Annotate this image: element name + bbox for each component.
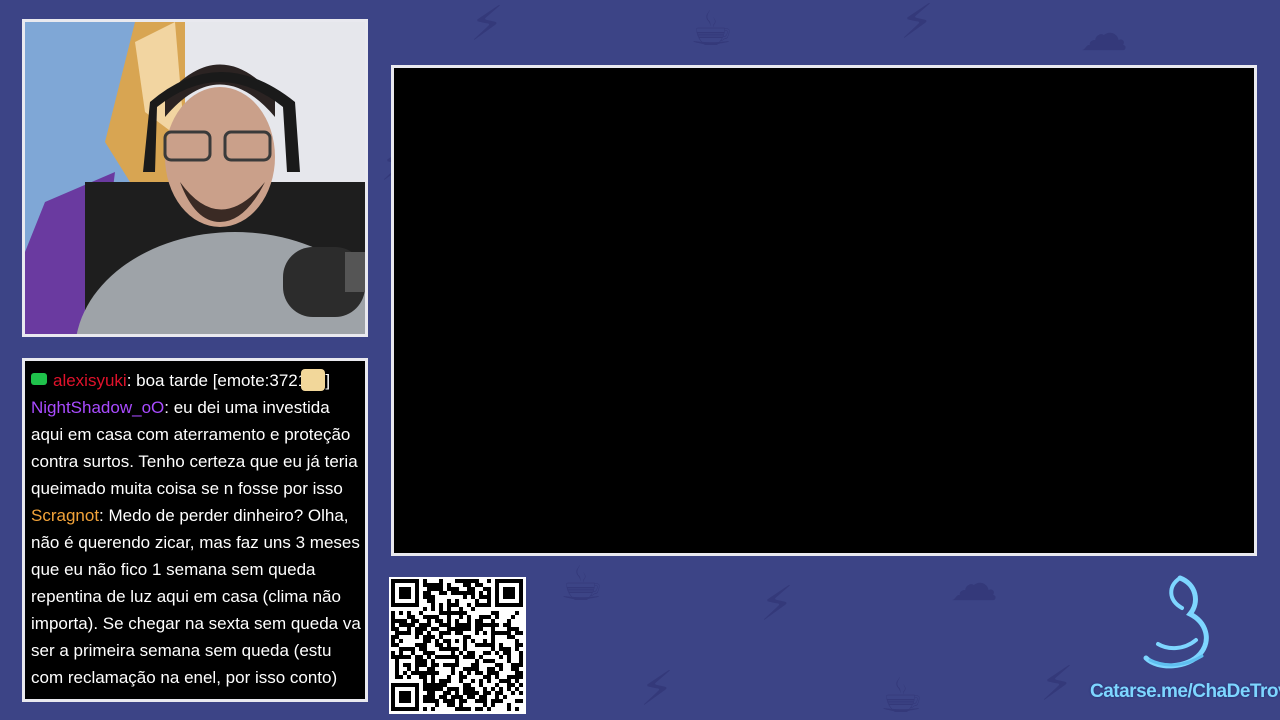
chat-text-line: aqui em casa com aterramento e proteção (31, 425, 351, 444)
svg-text:☕: ☕ (880, 668, 923, 720)
svg-text:⚡: ⚡ (900, 0, 934, 50)
chat-username[interactable]: alexisyuki (53, 371, 127, 390)
chat-messages: caramo alexisyuki: boa tarde [emote:3721… (25, 361, 365, 691)
screen-capture-area (391, 65, 1257, 556)
svg-text:☁: ☁ (950, 556, 998, 612)
chat-message: Scragnot: Medo de perder dinheiro? Olha, (31, 502, 359, 529)
chat-message: alexisyuki: boa tarde [emote:37215:] (31, 367, 359, 394)
chat-text-line: com reclamação na enel, por isso conto) (31, 668, 338, 687)
chat-text-line: queimado muita coisa se n fosse por isso (31, 479, 343, 498)
svg-text:☕: ☕ (560, 556, 603, 612)
svg-text:☕: ☕ (690, 1, 733, 57)
chat-username[interactable]: NightShadow_oO (31, 398, 164, 417)
chat-text-line: ser a primeira semana sem queda (estu (31, 641, 332, 660)
chat-partial-line: caramo (31, 361, 359, 367)
chat-panel: caramo alexisyuki: boa tarde [emote:3721… (22, 358, 368, 702)
webcam-feed (22, 19, 368, 337)
catarse-drop-icon (1143, 575, 1209, 669)
chat-text-line: contra surtos. Tenho certeza que eu já t… (31, 452, 358, 471)
svg-text:⚡: ⚡ (1040, 656, 1074, 712)
chat-message: NightShadow_oO: eu dei uma investida (31, 394, 359, 421)
chat-text: : eu dei uma investida (164, 398, 330, 417)
chat-text: : Medo de perder dinheiro? Olha, (99, 506, 349, 525)
svg-text:⚡: ⚡ (760, 576, 794, 632)
chat-text-tail: ] (325, 371, 331, 390)
qr-code-graphic (391, 579, 523, 711)
green-shield-icon (31, 373, 47, 385)
svg-text:⚡: ⚡ (470, 0, 504, 52)
emote-icon (301, 369, 326, 391)
chat-text-line: não é querendo zicar, mas faz uns 3 mese… (31, 533, 360, 552)
chat-text: : boa tarde [emote:37215: (126, 371, 322, 390)
svg-text:⚡: ⚡ (640, 661, 674, 717)
streamer-webcam-image (25, 22, 365, 334)
chat-text-line: que eu não fico 1 semana sem queda (31, 560, 316, 579)
chat-username[interactable]: Scragnot (31, 506, 99, 525)
svg-text:☁: ☁ (1080, 6, 1128, 62)
qr-code-icon[interactable] (389, 577, 526, 714)
chat-text-line: repentina de luz aqui em casa (clima não (31, 587, 341, 606)
catarse-link[interactable]: Catarse.me/ChaDeTrovao (1090, 681, 1280, 703)
chat-text-line: importa). Se chegar na sexta sem queda v… (31, 614, 361, 633)
